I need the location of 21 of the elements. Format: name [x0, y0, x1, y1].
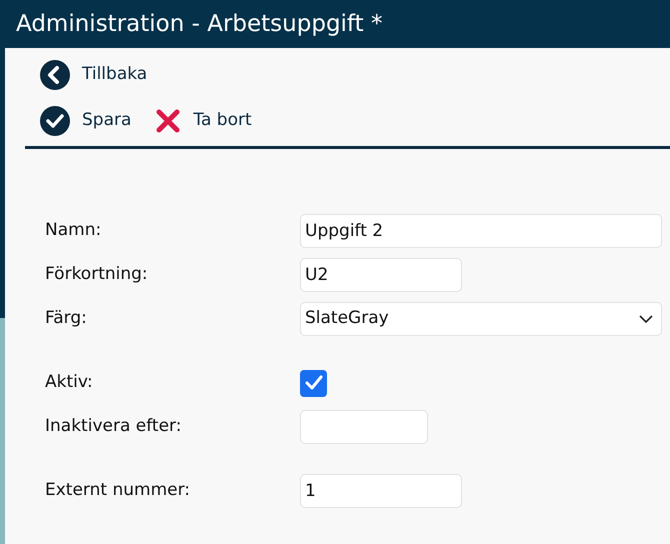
input-field[interactable]: 1: [300, 474, 462, 508]
check-icon: [304, 375, 322, 391]
field-label: Namn:: [44, 219, 102, 242]
field-label: Aktiv:: [44, 371, 94, 394]
color-dropdown[interactable]: SlateGray: [300, 302, 662, 336]
delete-button[interactable]: Ta bort: [155, 106, 252, 136]
date-field[interactable]: [300, 410, 428, 444]
chevron-down-icon: [639, 314, 653, 324]
save-button[interactable]: Spara: [40, 106, 132, 136]
back-icon: [40, 60, 70, 90]
field-label: Externt nummer:: [44, 479, 192, 502]
input-field[interactable]: Uppgift 2: [300, 214, 662, 248]
field-label: Förkortning:: [44, 263, 149, 286]
input-field[interactable]: U2: [300, 258, 462, 292]
window-title: Administration - Arbetsuppgift *: [15, 10, 384, 39]
checkbox[interactable]: [300, 370, 327, 396]
close-icon: [155, 108, 182, 134]
field-label: Inaktivera efter:: [44, 415, 182, 438]
field-label: Färg:: [44, 307, 88, 330]
check-icon: [40, 106, 70, 136]
back-button[interactable]: Tillbaka: [40, 60, 148, 90]
